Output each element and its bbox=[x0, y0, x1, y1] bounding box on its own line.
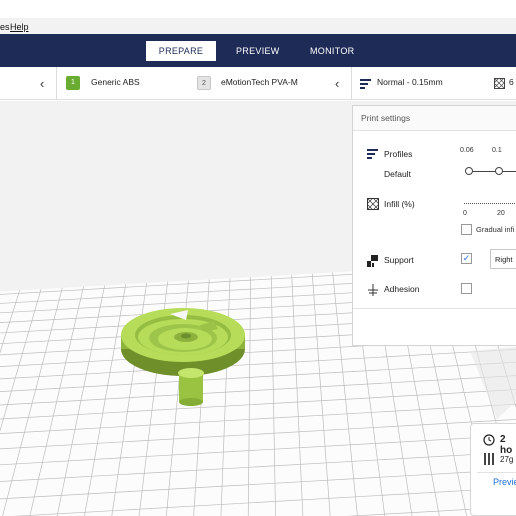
print-settings-panel: Print settings Profiles 0.06 0.1 Default… bbox=[352, 105, 516, 346]
menu-item-edit-partial[interactable]: es bbox=[0, 22, 10, 32]
divider bbox=[477, 472, 516, 473]
profiles-label: Profiles bbox=[384, 149, 413, 159]
layer-tick: 0.06 bbox=[460, 147, 474, 154]
tab-preview[interactable]: PREVIEW bbox=[228, 41, 288, 61]
infill-value-partial: 6 bbox=[509, 77, 514, 87]
infill-icon bbox=[494, 78, 505, 89]
layer-tick: 0.1 bbox=[492, 147, 502, 154]
stage-bar: PREPARE PREVIEW MONITOR bbox=[0, 34, 516, 67]
extruder-2-badge-icon: 2 bbox=[197, 76, 211, 90]
print-estimate-card: 2 ho 27g Previe bbox=[470, 423, 516, 516]
support-extruder-value: Right bbox=[495, 255, 513, 264]
divider bbox=[353, 308, 516, 309]
support-label: Support bbox=[384, 255, 414, 265]
adhesion-checkbox[interactable] bbox=[461, 283, 472, 294]
extruder-1-material: Generic ABS bbox=[91, 77, 140, 87]
divider bbox=[351, 67, 352, 100]
support-icon bbox=[367, 255, 378, 267]
menu-item-help[interactable]: Help bbox=[10, 22, 29, 32]
gradual-infill-checkbox[interactable] bbox=[461, 224, 472, 235]
adhesion-icon bbox=[368, 284, 378, 296]
print-time: 2 ho bbox=[500, 434, 513, 456]
infill-tick: 20 bbox=[497, 210, 505, 217]
infill-label: Infill (%) bbox=[384, 199, 415, 209]
chevron-left-icon[interactable]: ‹ bbox=[40, 76, 44, 91]
support-extruder-dropdown[interactable]: Right bbox=[490, 249, 516, 269]
extruder-bar: ‹ 1 Generic ABS 2 eMotionTech PVA-M ‹ No… bbox=[0, 67, 516, 100]
divider bbox=[56, 67, 57, 100]
profile-lines-icon bbox=[360, 79, 371, 89]
filament-icon bbox=[484, 453, 494, 465]
print-settings-header: Print settings bbox=[353, 106, 516, 131]
chevron-left-icon[interactable]: ‹ bbox=[335, 76, 339, 91]
clock-icon bbox=[483, 434, 495, 446]
preview-button[interactable]: Previe bbox=[493, 477, 516, 487]
extruder-1-badge-icon: 1 bbox=[66, 76, 80, 90]
adhesion-label: Adhesion bbox=[384, 284, 420, 294]
extruder-2-material: eMotionTech PVA-M bbox=[221, 77, 298, 87]
infill-tick: 0 bbox=[463, 210, 467, 217]
tab-prepare[interactable]: PREPARE bbox=[146, 41, 216, 61]
default-label: Default bbox=[384, 169, 411, 179]
support-checkbox[interactable]: ✓ bbox=[461, 253, 472, 264]
menu-bar: es Help bbox=[0, 18, 516, 34]
print-weight: 27g bbox=[500, 455, 514, 464]
profiles-icon bbox=[367, 149, 378, 159]
quality-profile: Normal - 0.15mm bbox=[377, 77, 443, 87]
tab-monitor[interactable]: MONITOR bbox=[302, 41, 362, 61]
infill-icon bbox=[367, 198, 379, 210]
gradual-infill-label: Gradual infi bbox=[476, 225, 515, 234]
